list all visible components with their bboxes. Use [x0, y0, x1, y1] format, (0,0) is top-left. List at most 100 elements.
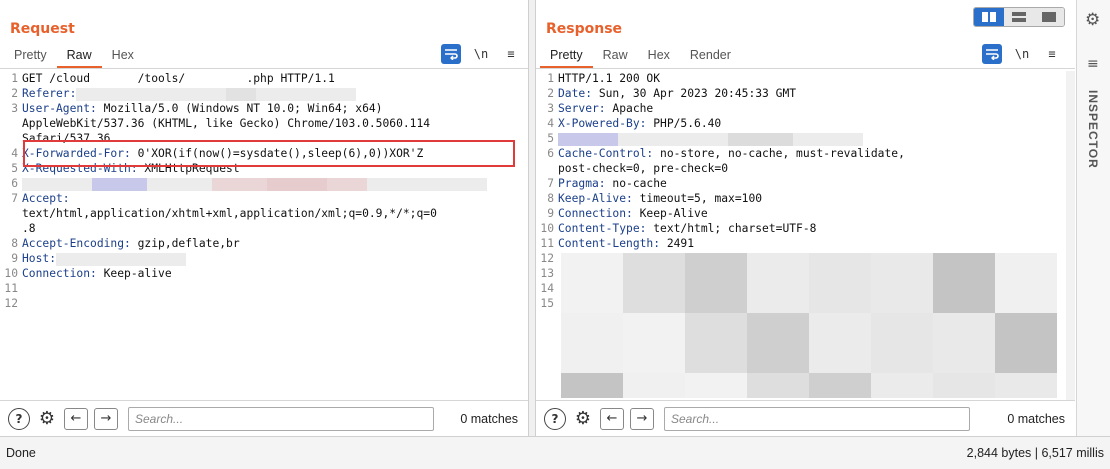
redacted-pixel-block	[809, 373, 871, 398]
header-value: GET /cloud /tools/ .php HTTP/1.1	[22, 72, 335, 85]
help-icon[interactable]: ?	[544, 407, 566, 430]
next-match-button[interactable]: →	[94, 407, 118, 430]
code-line: text/html,application/xhtml+xml,applicat…	[0, 206, 528, 221]
line-content: Keep-Alive: timeout=5, max=100	[558, 191, 1075, 206]
redacted-block	[267, 177, 327, 191]
code-line: 2 Date: Sun, 30 Apr 2023 20:45:33 GMT	[536, 86, 1075, 101]
header-name: Content-Type:	[558, 222, 647, 235]
code-line: 4 X-Powered-By: PHP/5.6.40	[536, 116, 1075, 131]
layout-stacked-icon[interactable]	[1004, 8, 1034, 26]
wrap-lines-icon[interactable]	[441, 44, 461, 64]
line-number: 8	[11, 237, 18, 250]
layout-tabs-icon[interactable]	[1034, 8, 1064, 26]
inspector-panel[interactable]: ⚙ ≡ INSPECTOR	[1076, 0, 1110, 436]
redacted-pixel-block	[685, 373, 747, 398]
inspector-menu-icon[interactable]: ≡	[1087, 56, 1099, 72]
line-number: 13	[540, 267, 554, 280]
redacted-pixel-block	[871, 373, 933, 398]
header-value: Apache	[605, 102, 654, 115]
line-content	[22, 296, 528, 311]
injection-highlight-box	[23, 140, 515, 167]
request-editor[interactable]: 1 GET /cloud /tools/ .php HTTP/1.1 2 Refere…	[0, 71, 528, 400]
request-tab-hex[interactable]: Hex	[102, 46, 144, 68]
help-icon[interactable]: ?	[8, 407, 30, 430]
redacted-pixel-block	[623, 373, 685, 398]
code-line: 3 User-Agent: Mozilla/5.0 (Windows NT 10.…	[0, 101, 528, 116]
previous-match-button[interactable]: ←	[600, 407, 624, 430]
line-content: AppleWebKit/537.36 (KHTML, like Gecko) C…	[22, 116, 528, 131]
code-line: 1 GET /cloud /tools/ .php HTTP/1.1	[0, 71, 528, 86]
line-content: Content-Type: text/html; charset=UTF-8	[558, 221, 1075, 236]
settings-gear-icon[interactable]: ⚙	[572, 408, 594, 430]
code-line: 7 Pragma: no-cache	[536, 176, 1075, 191]
header-value: no-cache	[605, 177, 667, 190]
code-line: 11 Content-Length: 2491	[536, 236, 1075, 251]
redacted-pixel-block	[561, 253, 623, 313]
code-line: 9 Host:	[0, 251, 528, 266]
code-line: 6 Cache-Control: no-store, no-cache, must…	[536, 146, 1075, 161]
line-number: 7	[11, 192, 18, 205]
response-tabs-divider	[536, 68, 1075, 69]
response-search-bar: ? ⚙ ← → Search... 0 matches	[536, 400, 1075, 436]
line-content: Pragma: no-cache	[558, 176, 1075, 191]
header-value: Sun, 30 Apr 2023 20:45:33 GMT	[592, 87, 797, 100]
layout-side-by-side-icon[interactable]	[974, 8, 1004, 26]
header-value: text/html,application/xhtml+xml,applicat…	[22, 207, 437, 220]
line-number: 11	[4, 282, 18, 295]
redacted-block	[793, 132, 863, 146]
redacted-pixel-block	[871, 253, 933, 313]
redacted-pixel-block	[623, 313, 685, 373]
next-match-button[interactable]: →	[630, 407, 654, 430]
header-value: 2491	[660, 237, 695, 250]
redacted-block	[147, 177, 212, 191]
line-number: 3	[11, 102, 18, 115]
header-name: Server:	[558, 102, 606, 115]
show-newlines-icon[interactable]: \n	[1012, 44, 1032, 64]
redacted-pixel-block	[995, 253, 1057, 313]
header-value: AppleWebKit/537.36 (KHTML, like Gecko) C…	[22, 117, 431, 130]
request-tab-pretty[interactable]: Pretty	[4, 46, 57, 68]
status-text: Done	[6, 446, 36, 460]
line-content: Server: Apache	[558, 101, 1075, 116]
redacted-pixel-block	[561, 373, 623, 398]
previous-match-button[interactable]: ←	[64, 407, 88, 430]
response-tab-render[interactable]: Render	[680, 46, 741, 68]
menu-icon[interactable]: ≡	[501, 44, 521, 64]
line-number: 1	[11, 72, 18, 85]
response-search-input[interactable]: Search...	[664, 406, 970, 431]
line-number: 11	[540, 237, 554, 250]
header-value: PHP/5.6.40	[646, 117, 722, 130]
redacted-block	[92, 177, 147, 191]
redacted-pixel-block	[871, 313, 933, 373]
response-scrollbar[interactable]	[1066, 71, 1075, 401]
line-number: 12	[4, 297, 18, 310]
request-tab-raw[interactable]: Raw	[56, 46, 102, 68]
status-bar: Done 2,844 bytes | 6,517 millis	[0, 436, 1110, 469]
line-number: 15	[540, 297, 554, 310]
redacted-block	[728, 132, 793, 146]
header-name: Connection:	[558, 207, 633, 220]
redacted-block	[22, 177, 92, 191]
response-tab-raw[interactable]: Raw	[593, 46, 638, 68]
request-search-input[interactable]: Search...	[128, 406, 434, 431]
header-name: Cache-Control:	[558, 147, 654, 160]
menu-icon[interactable]: ≡	[1042, 44, 1062, 64]
line-number: 8	[547, 192, 554, 205]
response-tab-hex[interactable]: Hex	[638, 46, 680, 68]
line-number	[0, 221, 22, 236]
line-number: 10	[4, 267, 18, 280]
line-number: 5	[11, 162, 18, 175]
redacted-pixel-block	[933, 313, 995, 373]
line-number	[0, 206, 22, 221]
wrap-lines-icon[interactable]	[982, 44, 1002, 64]
show-newlines-icon[interactable]: \n	[471, 44, 491, 64]
header-name: Keep-Alive:	[558, 192, 633, 205]
settings-gear-icon[interactable]: ⚙	[36, 408, 58, 430]
inspector-settings-icon[interactable]: ⚙	[1085, 10, 1100, 30]
response-tab-pretty[interactable]: Pretty	[540, 46, 593, 68]
header-name: Date:	[558, 87, 593, 100]
line-content: Connection: Keep-alive	[22, 266, 528, 281]
redacted-pixel-block	[995, 373, 1057, 398]
line-number: 9	[547, 207, 554, 220]
header-name: Connection:	[22, 267, 97, 280]
